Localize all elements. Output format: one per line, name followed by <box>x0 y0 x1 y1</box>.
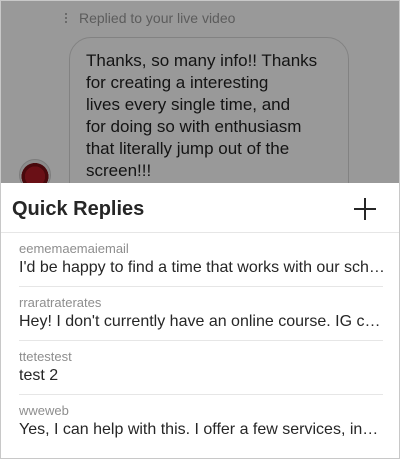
quick-reply-item[interactable]: eememaemaiemail I'd be happy to find a t… <box>19 233 385 287</box>
quick-reply-item[interactable]: rraratraterates Hey! I don't currently h… <box>19 287 385 341</box>
quick-reply-message: I'd be happy to find a time that works w… <box>19 259 385 276</box>
quick-reply-shortcut: rraratraterates <box>19 295 102 310</box>
sheet-title: Quick Replies <box>12 198 145 220</box>
quick-reply-item[interactable]: ttetestest test 2 <box>19 341 383 395</box>
quick-reply-shortcut: wweweb <box>19 403 69 418</box>
dim-overlay[interactable] <box>1 1 399 183</box>
quick-reply-item[interactable]: wweweb Yes, I can help with this. I offe… <box>19 395 385 449</box>
screen: Replied to your live video Thanks, so ma… <box>0 0 400 459</box>
quick-replies-sheet: Quick Replies eememaemaiemail I'd be hap… <box>1 183 399 458</box>
sheet-header: Quick Replies <box>1 183 399 233</box>
quick-reply-shortcut: ttetestest <box>19 349 72 364</box>
quick-reply-message: Yes, I can help with this. I offer a few… <box>19 421 385 438</box>
quick-reply-shortcut: eememaemaiemail <box>19 241 129 256</box>
quick-reply-message: test 2 <box>19 367 59 384</box>
add-quick-reply-button[interactable] <box>351 195 379 223</box>
quick-reply-list: eememaemaiemail I'd be happy to find a t… <box>1 233 399 449</box>
quick-reply-message: Hey! I don't currently have an online co… <box>19 313 385 330</box>
